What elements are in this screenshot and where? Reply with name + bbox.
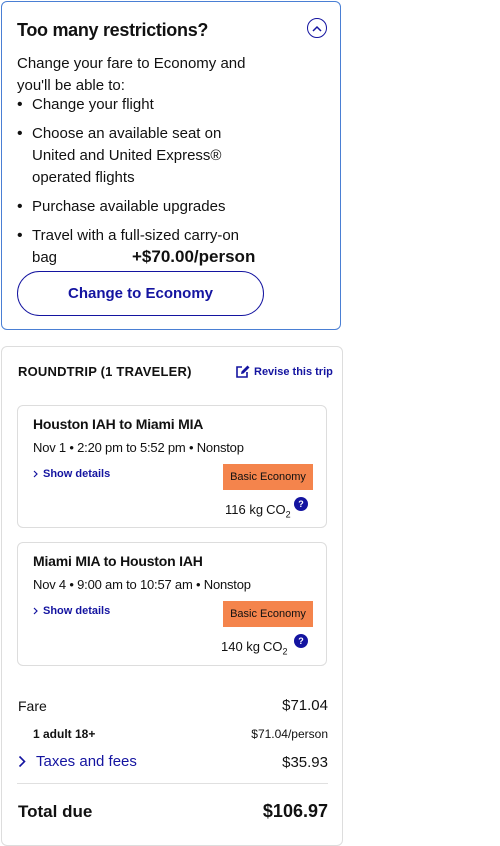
fare-label: Fare bbox=[18, 698, 47, 714]
upgrade-price: +$70.00/person bbox=[132, 247, 256, 266]
flight-route: Miami MIA to Houston IAH bbox=[33, 553, 203, 569]
show-details-label: Show details bbox=[43, 605, 111, 617]
question-circle-icon[interactable]: ? bbox=[294, 497, 308, 511]
co2-unit: CO bbox=[263, 639, 283, 654]
upsell-title: Too many restrictions? bbox=[17, 20, 209, 40]
taxes-and-fees-toggle[interactable]: Taxes and fees bbox=[18, 753, 137, 770]
question-circle-icon[interactable]: ? bbox=[294, 634, 308, 648]
collapse-button[interactable] bbox=[307, 18, 327, 38]
benefit-item: Purchase available upgrades bbox=[17, 196, 267, 218]
trip-summary-panel: ROUNDTRIP (1 TRAVELER) Revise this trip … bbox=[1, 346, 343, 846]
edit-icon bbox=[235, 364, 251, 379]
show-details-link[interactable]: Show details bbox=[33, 468, 110, 480]
co2-value: 140 kg bbox=[221, 639, 261, 654]
co2-subscript: 2 bbox=[285, 509, 291, 520]
chevron-right-icon bbox=[33, 470, 38, 478]
flight-times: Nov 4 • 9:00 am to 10:57 am • Nonstop bbox=[33, 577, 251, 592]
co2-value: 116 kg bbox=[225, 502, 264, 517]
trip-heading: ROUNDTRIP (1 TRAVELER) bbox=[18, 364, 192, 379]
benefit-item: Change your flight bbox=[17, 94, 267, 116]
divider bbox=[17, 783, 328, 784]
fare-class-badge: Basic Economy bbox=[223, 601, 313, 627]
chevron-right-icon bbox=[18, 755, 26, 768]
flight-route: Houston IAH to Miami MIA bbox=[33, 416, 204, 432]
co2-unit: CO bbox=[266, 502, 286, 517]
revise-trip-label: Revise this trip bbox=[254, 365, 333, 378]
total-due-label: Total due bbox=[18, 802, 93, 821]
chevron-right-icon bbox=[33, 607, 38, 615]
fare-amount: $71.04 bbox=[282, 697, 328, 714]
benefit-item: Choose an available seat on United and U… bbox=[17, 123, 252, 189]
upsell-intro: Change your fare to Economy and you'll b… bbox=[17, 55, 246, 94]
revise-trip-link[interactable]: Revise this trip bbox=[235, 364, 333, 379]
total-due-amount: $106.97 bbox=[262, 801, 328, 821]
co2-emissions: 140 kg CO2 bbox=[221, 639, 288, 657]
flight-card: Houston IAH to Miami MIA Nov 1 • 2:20 pm… bbox=[17, 405, 327, 528]
taxes-and-fees-label: Taxes and fees bbox=[36, 753, 137, 770]
traveler-amount: $71.04/person bbox=[251, 727, 328, 741]
traveler-label: 1 adult 18+ bbox=[33, 727, 96, 741]
co2-emissions: 116 kg CO2 bbox=[225, 502, 291, 520]
change-to-economy-button[interactable]: Change to Economy bbox=[17, 271, 264, 316]
show-details-link[interactable]: Show details bbox=[33, 605, 110, 617]
taxes-amount: $35.93 bbox=[282, 754, 328, 771]
flight-card: Miami MIA to Houston IAH Nov 4 • 9:00 am… bbox=[17, 542, 327, 666]
co2-subscript: 2 bbox=[282, 646, 288, 657]
chevron-up-icon bbox=[312, 25, 322, 32]
show-details-label: Show details bbox=[43, 468, 111, 480]
fare-upsell-panel: Too many restrictions? Change your fare … bbox=[1, 1, 341, 330]
fare-class-badge: Basic Economy bbox=[223, 464, 313, 490]
flight-times: Nov 1 • 2:20 pm to 5:52 pm • Nonstop bbox=[33, 440, 244, 455]
